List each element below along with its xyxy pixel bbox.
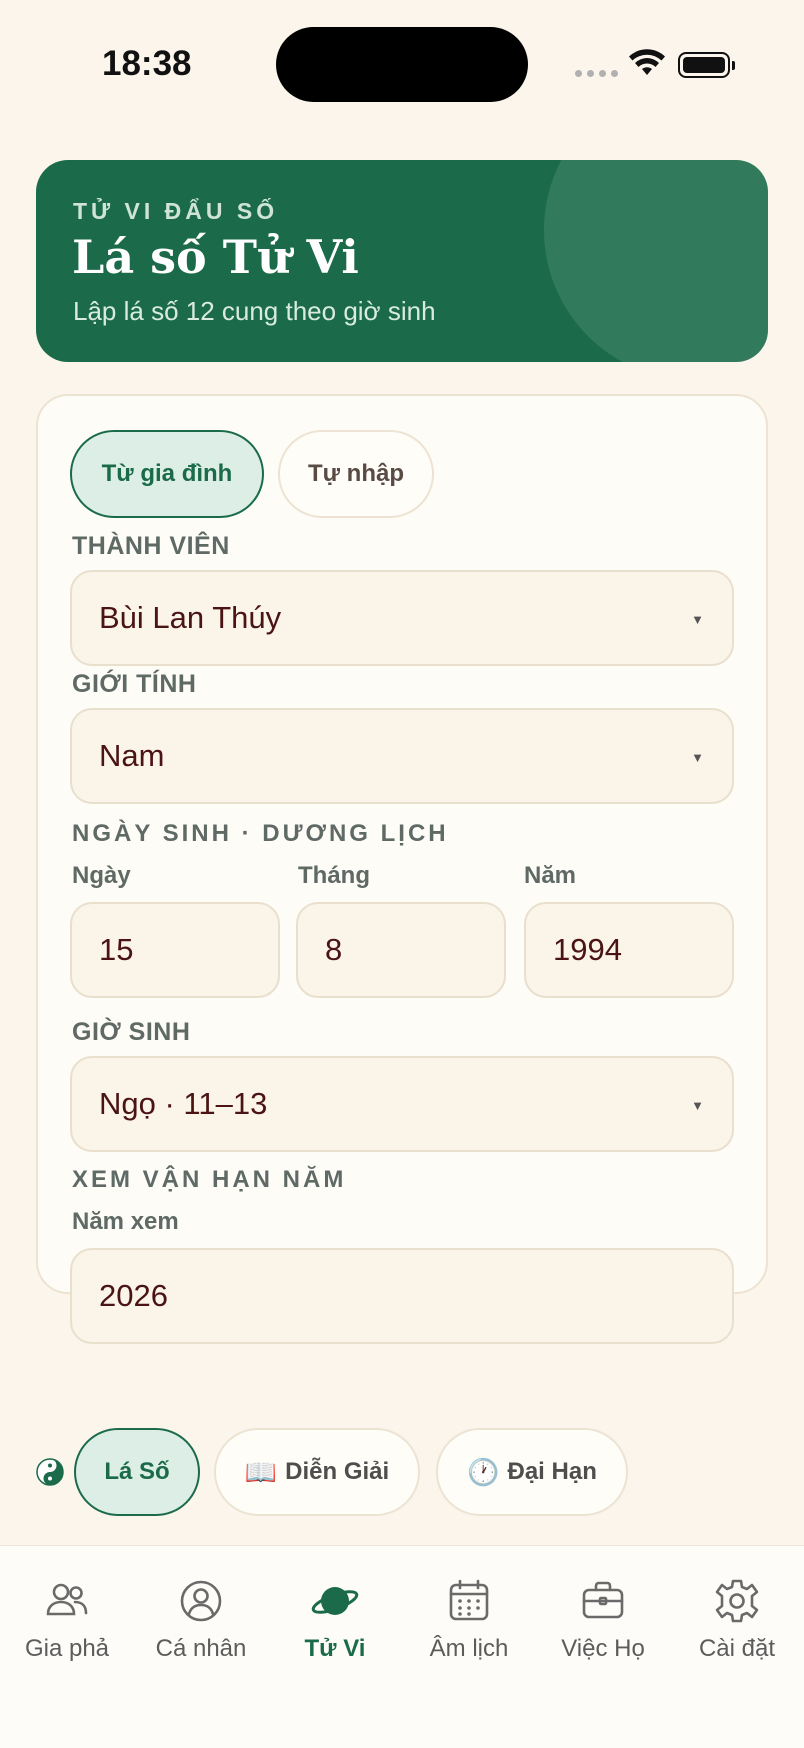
hero-decoration: [544, 160, 768, 362]
birth-hour-value: Ngọ · 11–13: [99, 1086, 268, 1121]
month-label: Tháng: [298, 862, 370, 889]
nav-item-cai-dat[interactable]: Cài đặt: [670, 1576, 804, 1686]
month-value: 8: [325, 932, 343, 967]
users-icon: [46, 1583, 88, 1616]
tab-dai-han[interactable]: 🕐 Đại Hạn: [436, 1428, 628, 1516]
chevron-down-icon: ▼: [691, 1098, 704, 1113]
year-value: 1994: [553, 932, 622, 967]
calendar-icon: [449, 1579, 489, 1621]
nav-label-viec-ho: Việc Họ: [561, 1635, 645, 1662]
day-label: Ngày: [72, 862, 131, 889]
wifi-icon: [629, 49, 665, 75]
member-value: Bùi Lan Thúy: [99, 600, 282, 635]
clock-icon: 🕐: [467, 1456, 500, 1487]
tab-dai-han-label: Đại Hạn: [507, 1458, 597, 1485]
tab-dien-giai-label: Diễn Giải: [285, 1458, 390, 1485]
day-value: 15: [99, 932, 134, 967]
month-input[interactable]: 8: [296, 902, 506, 998]
status-bar: 18:38: [0, 0, 804, 130]
briefcase-icon: [582, 1581, 624, 1619]
book-icon: 📖: [244, 1456, 278, 1487]
year-label: Năm: [524, 862, 577, 889]
hero-kicker: TỬ VI ĐẨU SỐ: [73, 198, 279, 224]
birth-info-form: Từ gia đình Tự nhập THÀNH VIÊN Bùi Lan T…: [36, 394, 768, 1344]
fortune-year-input[interactable]: 2026: [70, 1248, 734, 1344]
nav-label-ca-nhan: Cá nhân: [155, 1635, 247, 1662]
nav-item-viec-ho[interactable]: Việc Họ: [536, 1576, 670, 1686]
fortune-year-section-label: XEM VẬN HẠN NĂM: [72, 1166, 347, 1193]
planet-icon: [311, 1587, 359, 1615]
nav-label-tu-vi: Tử Vi: [304, 1635, 366, 1662]
status-time: 18:38: [102, 44, 192, 83]
tab-dien-giai[interactable]: 📖 Diễn Giải: [214, 1428, 420, 1516]
nav-item-gia-pha[interactable]: Gia phả: [0, 1576, 134, 1686]
nav-item-am-lich[interactable]: Âm lịch: [402, 1576, 536, 1686]
nav-label-am-lich: Âm lịch: [429, 1635, 509, 1662]
gender-label: GIỚI TÍNH: [72, 670, 197, 698]
battery-icon: [678, 52, 735, 78]
gender-select[interactable]: Nam ▼: [70, 708, 734, 804]
dynamic-island: [276, 27, 528, 102]
tab-la-so-label: Lá Số: [104, 1458, 170, 1485]
member-label: THÀNH VIÊN: [72, 532, 230, 560]
birth-hour-select[interactable]: Ngọ · 11–13 ▼: [70, 1056, 734, 1152]
cellular-signal-icon: [575, 70, 618, 77]
nav-label-cai-dat: Cài đặt: [698, 1635, 776, 1662]
nav-item-ca-nhan[interactable]: Cá nhân: [134, 1576, 268, 1686]
year-input[interactable]: 1994: [524, 902, 734, 998]
nav-label-gia-pha: Gia phả: [24, 1635, 110, 1662]
birth-hour-label: GIỜ SINH: [72, 1018, 191, 1046]
hero-subtitle: Lập lá số 12 cung theo giờ sinh: [73, 296, 436, 326]
source-toggle-family[interactable]: Từ gia đình: [70, 430, 264, 518]
source-toggle-manual[interactable]: Tự nhập: [278, 430, 434, 518]
day-input[interactable]: 15: [70, 902, 280, 998]
yin-yang-icon: [36, 1458, 64, 1486]
page-title: Lá số Tử Vi: [72, 230, 359, 284]
bottom-nav: Gia phả Cá nhân Tử Vi Âm lịch Việc Họ Cà…: [0, 1545, 804, 1748]
birth-date-section-label: NGÀY SINH · DƯƠNG LỊCH: [72, 820, 449, 847]
fortune-year-value: 2026: [99, 1278, 168, 1313]
chevron-down-icon: ▼: [691, 750, 704, 765]
user-circle-icon: [180, 1580, 222, 1622]
member-select[interactable]: Bùi Lan Thúy ▼: [70, 570, 734, 666]
hero-banner: TỬ VI ĐẨU SỐ Lá số Tử Vi Lập lá số 12 cu…: [36, 160, 768, 362]
fortune-year-label: Năm xem: [72, 1208, 179, 1235]
chevron-down-icon: ▼: [691, 612, 704, 627]
gender-value: Nam: [99, 738, 165, 773]
nav-item-tu-vi[interactable]: Tử Vi: [268, 1576, 402, 1686]
tab-la-so[interactable]: Lá Số: [74, 1428, 200, 1516]
gear-icon: [715, 1579, 759, 1623]
